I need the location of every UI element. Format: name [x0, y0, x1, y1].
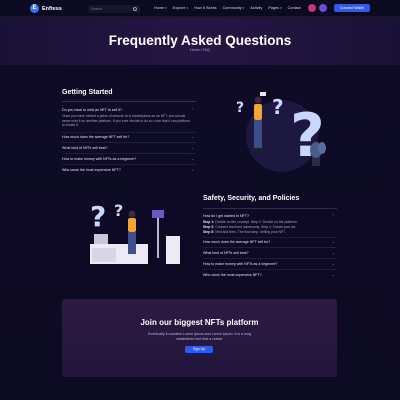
step-text: Connect and fund community. Step 4: Crea…	[215, 225, 297, 229]
chevron-down-icon: ▾	[165, 6, 167, 10]
faq-question[interactable]: How to make money with NFTs as a beginne…	[203, 262, 277, 266]
faq-divider	[203, 247, 337, 248]
chevron-down-icon: ▾	[186, 6, 189, 10]
faq-question[interactable]: Who owns the most expensive NFT?	[203, 273, 262, 277]
bell-icon[interactable]	[308, 4, 316, 12]
chevron-down-icon[interactable]: ⌄	[191, 135, 194, 139]
nav-label: Explore	[172, 6, 186, 10]
step-text: Mint and then. The final step: Selling y…	[215, 230, 286, 234]
page-title: Frequently Asked Questions	[108, 33, 292, 48]
faq-divider	[203, 269, 337, 270]
chevron-down-icon[interactable]: ⌄	[332, 251, 335, 255]
step-label: Step 5:	[203, 230, 215, 234]
svg-text:?: ?	[90, 200, 106, 233]
faq-illustration-desk-person: ? ?	[84, 196, 184, 268]
faq-illustration-thinking-person: ? ? ?	[222, 86, 340, 176]
header-icons	[308, 4, 327, 12]
faq-divider	[62, 132, 196, 133]
header: E Enftess Home▾ Explore▾ How It Works Co…	[0, 0, 400, 17]
faq-question[interactable]: Who owns the most expensive NFT?	[62, 168, 121, 172]
faq-question[interactable]: How do I get started in NFT?	[203, 214, 249, 218]
page: E Enftess Home▾ Explore▾ How It Works Co…	[0, 0, 400, 400]
logo-mark: E	[30, 4, 39, 13]
brand-name: Enftess	[42, 5, 62, 12]
faq-answer-step: Step 3: Connect and fund community. Step…	[203, 225, 335, 230]
chevron-up-icon[interactable]: ⌃	[191, 108, 194, 112]
nav-label: Activity	[250, 6, 263, 10]
search-input[interactable]	[91, 7, 131, 11]
nav-item-how-it-works[interactable]: How It Works	[194, 6, 217, 10]
nav-item-home[interactable]: Home ▾	[154, 6, 167, 10]
faq-answer-step: Step 1: Decide on the concept. Step 2: D…	[203, 220, 335, 225]
nav-item-community[interactable]: Community ▾	[223, 6, 245, 10]
nav-label: How It Works	[194, 6, 217, 10]
connect-wallet-button[interactable]: Connect Wallet	[334, 4, 370, 12]
section-divider	[62, 101, 196, 102]
faq-question[interactable]: How to make money with NFTs as a beginne…	[62, 157, 136, 161]
search-box	[88, 5, 140, 13]
faq-answer: Once you have minted a piece of artwork …	[62, 114, 190, 128]
chevron-down-icon[interactable]: ⌄	[332, 240, 335, 244]
cta-banner: Join our biggest NFTs platform Eventuall…	[62, 299, 337, 377]
faq-divider	[62, 142, 196, 143]
section-title-getting-started: Getting Started	[62, 89, 113, 96]
cta-title: Join our biggest NFTs platform	[140, 318, 259, 327]
section-title-safety: Safety, Security, and Policies	[203, 195, 300, 202]
step-label: Step 1:	[203, 220, 215, 224]
avatar[interactable]	[319, 4, 327, 12]
main-nav: Home ▾ Explore ▾ How It Works Community ▾ A…	[154, 6, 301, 10]
chevron-down-icon[interactable]: ⌄	[191, 157, 194, 161]
nav-item-explore[interactable]: Explore ▾	[173, 6, 188, 10]
chevron-down-icon: ▾	[280, 6, 282, 10]
brand-logo[interactable]: E Enftess	[30, 4, 62, 13]
nav-label: Home	[154, 6, 165, 10]
faq-question[interactable]: How much does the average NFT sell for?	[203, 240, 270, 244]
faq-question[interactable]: What kind of NFTs sell best?	[62, 146, 108, 150]
faq-question[interactable]: How much does the average NFT sell for?	[62, 135, 129, 139]
nav-label: Pages	[268, 6, 280, 10]
nav-label: Community	[222, 6, 242, 10]
nav-item-contact[interactable]: Contact	[288, 6, 301, 10]
chevron-down-icon[interactable]: ⌄	[191, 168, 194, 172]
illustration-svg: ? ? ?	[236, 92, 326, 172]
chevron-down-icon[interactable]: ⌄	[332, 273, 335, 277]
search-icon[interactable]	[133, 6, 137, 11]
step-text: Decide on the concept. Step 2: Decide on…	[215, 220, 298, 224]
faq-question[interactable]: Do you have to mint an NFT to sell it?	[62, 108, 122, 112]
chevron-down-icon: ▾	[242, 6, 245, 10]
nav-item-pages[interactable]: Pages ▾	[268, 6, 281, 10]
faq-question[interactable]: What kind of NFTs sell best?	[203, 251, 249, 255]
cta-description: Eventually it contains Lorem ipsum and L…	[148, 332, 251, 341]
svg-text:?: ?	[236, 100, 244, 116]
faq-divider	[62, 153, 196, 154]
nav-label: Contact	[287, 6, 301, 10]
sign-up-button[interactable]: Sign Up	[185, 346, 213, 353]
faq-divider	[62, 164, 196, 165]
chevron-up-icon[interactable]: ⌃	[332, 214, 335, 218]
breadcrumb[interactable]: Home / FAQ	[0, 48, 400, 52]
svg-text:?: ?	[272, 95, 284, 119]
faq-answer-step: Step 5: Mint and then. The final step: S…	[203, 230, 335, 235]
nav-item-activity[interactable]: Activity	[250, 6, 262, 10]
section-divider	[203, 208, 337, 209]
faq-divider	[203, 237, 337, 238]
illustration-svg: ? ?	[90, 200, 180, 264]
chevron-down-icon[interactable]: ⌄	[191, 146, 194, 150]
svg-text:?: ?	[114, 201, 123, 220]
chevron-down-icon[interactable]: ⌄	[332, 262, 335, 266]
faq-divider	[203, 258, 337, 259]
step-label: Step 3:	[203, 225, 215, 229]
